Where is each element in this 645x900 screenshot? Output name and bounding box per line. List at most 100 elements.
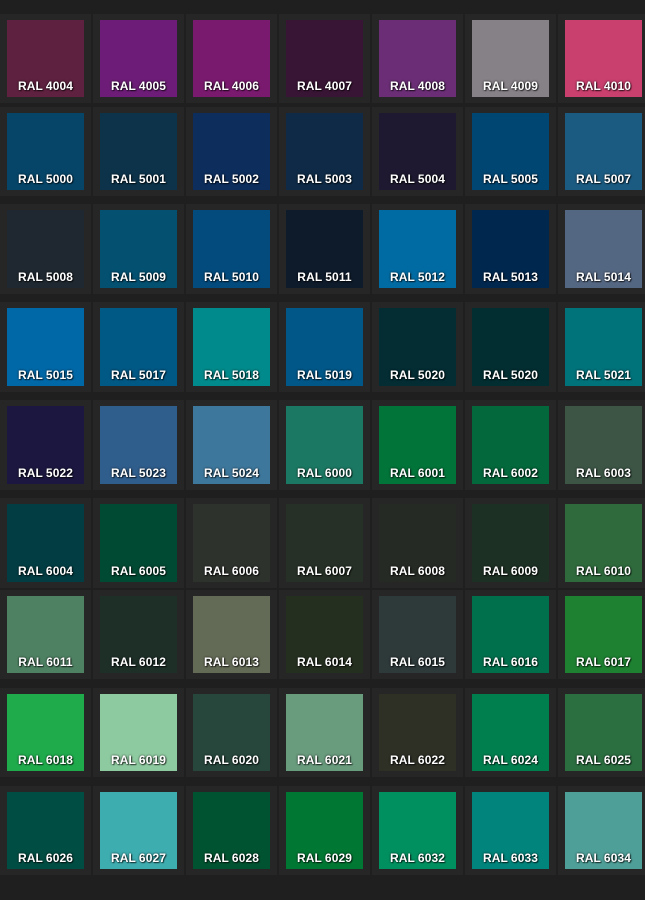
swatch-color-fill: RAL 5008	[7, 210, 84, 288]
color-swatch[interactable]: RAL 5002	[186, 107, 277, 196]
swatch-label: RAL 6000	[286, 466, 363, 480]
swatch-label-prefix: RAL	[17, 564, 43, 578]
color-swatch[interactable]: RAL 6022	[372, 688, 463, 777]
color-swatch[interactable]: RAL 6005	[93, 498, 184, 588]
swatch-label-code: 6025	[603, 753, 632, 767]
swatch-color-fill: RAL 5013	[472, 210, 549, 288]
swatch-label: RAL 5020	[379, 368, 456, 382]
color-swatch[interactable]: RAL 5010	[186, 204, 277, 294]
color-swatch[interactable]: RAL 5022	[0, 400, 91, 490]
color-swatch[interactable]: RAL 5007	[558, 107, 645, 196]
swatch-label-code: 6007	[324, 564, 353, 578]
swatch-label-code: 6002	[510, 466, 539, 480]
swatch-color-fill: RAL 6021	[286, 694, 363, 771]
color-swatch[interactable]: RAL 6033	[465, 786, 556, 875]
color-swatch[interactable]: RAL 6011	[0, 590, 91, 679]
swatch-label-code: 4006	[231, 79, 260, 93]
swatch-color-fill: RAL 5018	[193, 308, 270, 386]
color-swatch[interactable]: RAL 6004	[0, 498, 91, 588]
swatch-label: RAL 5004	[379, 172, 456, 186]
swatch-color-fill: RAL 6005	[100, 504, 177, 582]
swatch-label: RAL 6005	[100, 564, 177, 578]
color-swatch[interactable]: RAL 6021	[279, 688, 370, 777]
swatch-label: RAL 4008	[379, 79, 456, 93]
color-swatch[interactable]: RAL 6002	[465, 400, 556, 490]
color-swatch[interactable]: RAL 5013	[465, 204, 556, 294]
color-swatch[interactable]: RAL 6013	[186, 590, 277, 679]
color-swatch[interactable]: RAL 5012	[372, 204, 463, 294]
color-swatch[interactable]: RAL 5000	[0, 107, 91, 196]
color-swatch[interactable]: RAL 5023	[93, 400, 184, 490]
color-swatch[interactable]: RAL 5009	[93, 204, 184, 294]
color-swatch[interactable]: RAL 6025	[558, 688, 645, 777]
swatch-color-fill: RAL 5014	[565, 210, 642, 288]
color-swatch[interactable]: RAL 5019	[279, 302, 370, 392]
color-swatch[interactable]: RAL 4005	[93, 14, 184, 103]
color-swatch[interactable]: RAL 6029	[279, 786, 370, 875]
color-swatch[interactable]: RAL 6001	[372, 400, 463, 490]
color-swatch[interactable]: RAL 6009	[465, 498, 556, 588]
color-swatch[interactable]: RAL 6000	[279, 400, 370, 490]
swatch-label: RAL 4010	[565, 79, 642, 93]
color-swatch[interactable]: RAL 5020	[465, 302, 556, 392]
color-swatch[interactable]: RAL 6015	[372, 590, 463, 679]
color-swatch[interactable]: RAL 5003	[279, 107, 370, 196]
color-swatch[interactable]: RAL 6019	[93, 688, 184, 777]
color-swatch[interactable]: RAL 4007	[279, 14, 370, 103]
color-swatch[interactable]: RAL 6032	[372, 786, 463, 875]
color-swatch[interactable]: RAL 5015	[0, 302, 91, 392]
swatch-label: RAL 5005	[472, 172, 549, 186]
color-swatch[interactable]: RAL 5018	[186, 302, 277, 392]
swatch-label-prefix: RAL	[203, 564, 229, 578]
swatch-label-prefix: RAL	[575, 851, 601, 865]
color-swatch[interactable]: RAL 5004	[372, 107, 463, 196]
color-swatch[interactable]: RAL 5024	[186, 400, 277, 490]
color-swatch[interactable]: RAL 6007	[279, 498, 370, 588]
swatch-label: RAL 6012	[100, 655, 177, 669]
swatch-color-fill: RAL 5020	[379, 308, 456, 386]
swatch-label: RAL 5023	[100, 466, 177, 480]
color-swatch[interactable]: RAL 4008	[372, 14, 463, 103]
swatch-label-prefix: RAL	[203, 172, 229, 186]
color-swatch[interactable]: RAL 6003	[558, 400, 645, 490]
color-swatch[interactable]: RAL 4009	[465, 14, 556, 103]
swatch-color-fill: RAL 6006	[193, 504, 270, 582]
color-swatch[interactable]: RAL 5001	[93, 107, 184, 196]
color-swatch[interactable]: RAL 5008	[0, 204, 91, 294]
swatch-label-code: 5003	[324, 172, 353, 186]
swatch-color-fill: RAL 6017	[565, 596, 642, 673]
swatch-label-code: 6017	[603, 655, 632, 669]
color-swatch[interactable]: RAL 6028	[186, 786, 277, 875]
swatch-label: RAL 6034	[565, 851, 642, 865]
color-swatch[interactable]: RAL 4010	[558, 14, 645, 103]
color-swatch[interactable]: RAL 6006	[186, 498, 277, 588]
color-swatch[interactable]: RAL 6020	[186, 688, 277, 777]
color-swatch[interactable]: RAL 5014	[558, 204, 645, 294]
color-swatch[interactable]: RAL 5017	[93, 302, 184, 392]
color-swatch[interactable]: RAL 6024	[465, 688, 556, 777]
swatch-label-prefix: RAL	[110, 466, 136, 480]
color-swatch[interactable]: RAL 6017	[558, 590, 645, 679]
color-swatch[interactable]: RAL 6008	[372, 498, 463, 588]
color-swatch[interactable]: RAL 6027	[93, 786, 184, 875]
swatch-color-fill: RAL 4010	[565, 20, 642, 97]
color-swatch[interactable]: RAL 5020	[372, 302, 463, 392]
color-swatch[interactable]: RAL 4006	[186, 14, 277, 103]
color-swatch[interactable]: RAL 6018	[0, 688, 91, 777]
color-swatch[interactable]: RAL 5021	[558, 302, 645, 392]
color-swatch[interactable]: RAL 6026	[0, 786, 91, 875]
color-swatch[interactable]: RAL 5005	[465, 107, 556, 196]
color-swatch[interactable]: RAL 6010	[558, 498, 645, 588]
swatch-label-prefix: RAL	[203, 851, 229, 865]
swatch-label-prefix: RAL	[296, 466, 322, 480]
swatch-label: RAL 6020	[193, 753, 270, 767]
color-swatch[interactable]: RAL 5011	[279, 204, 370, 294]
color-swatch[interactable]: RAL 6016	[465, 590, 556, 679]
swatch-label: RAL 4005	[100, 79, 177, 93]
color-swatch[interactable]: RAL 6014	[279, 590, 370, 679]
swatch-label: RAL 6019	[100, 753, 177, 767]
color-swatch[interactable]: RAL 4004	[0, 14, 91, 103]
color-swatch[interactable]: RAL 6012	[93, 590, 184, 679]
swatch-label: RAL 5019	[286, 368, 363, 382]
color-swatch[interactable]: RAL 6034	[558, 786, 645, 875]
